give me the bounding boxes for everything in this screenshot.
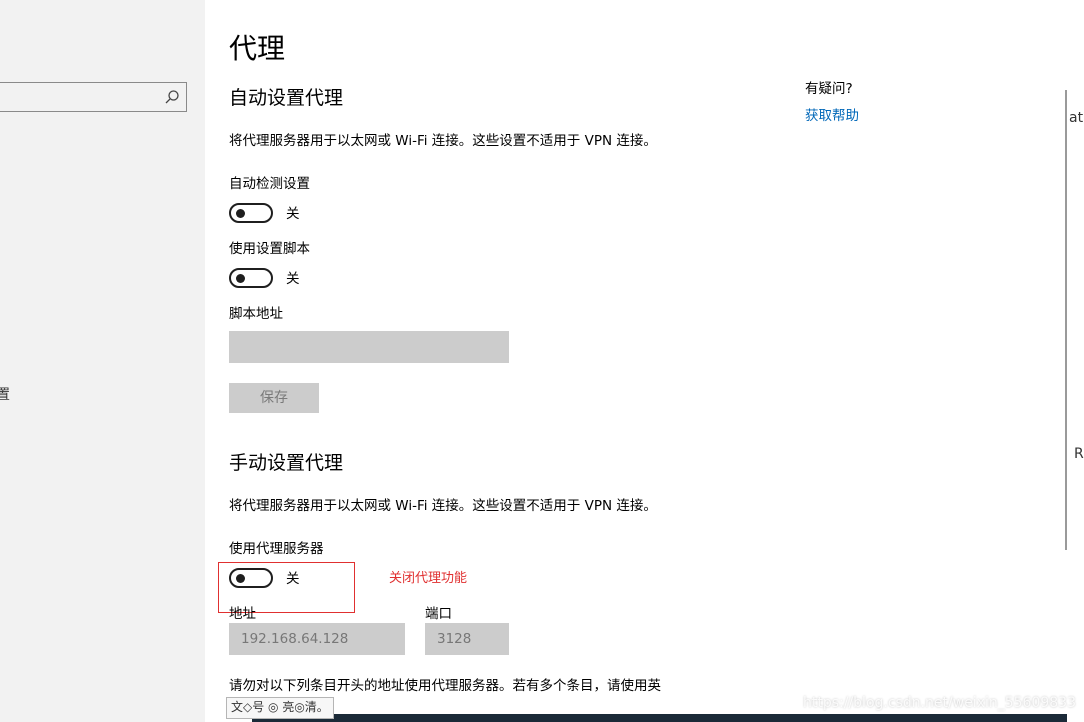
auto-detect-state: 关 [286, 206, 300, 222]
use-proxy-label: 使用代理服务器 [229, 541, 324, 557]
script-address-input[interactable] [229, 331, 509, 363]
proxy-address-input[interactable]: 192.168.64.128 [229, 623, 405, 655]
watermark: https://blog.csdn.net/weixin_55609833 [802, 695, 1076, 711]
auto-proxy-section-title: 自动设置代理 [229, 87, 344, 109]
help-question: 有疑问? [805, 81, 853, 97]
settings-nav-pane: 置 [0, 0, 205, 722]
auto-detect-toggle[interactable] [229, 203, 273, 223]
use-script-toggle[interactable] [229, 268, 273, 288]
manual-proxy-description: 将代理服务器用于以太网或 Wi-Fi 连接。这些设置不适用于 VPN 连接。 [229, 498, 657, 514]
exceptions-description: 请勿对以下列条目开头的地址使用代理服务器。若有多个条目，请使用英 [229, 678, 661, 694]
toggle-knob [236, 209, 245, 218]
search-icon[interactable] [164, 89, 180, 105]
background-window-edge: at R [1067, 0, 1084, 722]
manual-proxy-section-title: 手动设置代理 [229, 452, 344, 474]
auto-detect-label: 自动检测设置 [229, 176, 310, 192]
use-script-label: 使用设置脚本 [229, 241, 310, 257]
proxy-port-label: 端口 [425, 606, 452, 622]
page-title: 代理 [229, 32, 286, 65]
taskbar [252, 714, 1067, 722]
proxy-settings-page: 代理 自动设置代理 将代理服务器用于以太网或 Wi-Fi 连接。这些设置不适用于… [205, 0, 1067, 722]
edge-partial-text-top: at [1069, 110, 1084, 126]
use-script-state: 关 [286, 271, 300, 287]
ime-tooltip: 文◇号 ◎ 亮◎清。 [226, 697, 334, 719]
edge-partial-text-mid: R [1074, 446, 1084, 462]
nav-item-partial-label[interactable]: 置 [0, 384, 10, 404]
proxy-port-input[interactable]: 3128 [425, 623, 509, 655]
script-address-label: 脚本地址 [229, 306, 283, 322]
auto-proxy-description: 将代理服务器用于以太网或 Wi-Fi 连接。这些设置不适用于 VPN 连接。 [229, 133, 657, 149]
scrollbar-thumb[interactable] [1065, 90, 1067, 550]
get-help-link[interactable]: 获取帮助 [805, 107, 859, 125]
settings-search-input[interactable] [0, 82, 187, 112]
toggle-knob [236, 274, 245, 283]
save-button[interactable]: 保存 [229, 383, 319, 413]
proxy-address-label: 地址 [229, 606, 256, 622]
annotation-label: 关闭代理功能 [389, 571, 468, 586]
